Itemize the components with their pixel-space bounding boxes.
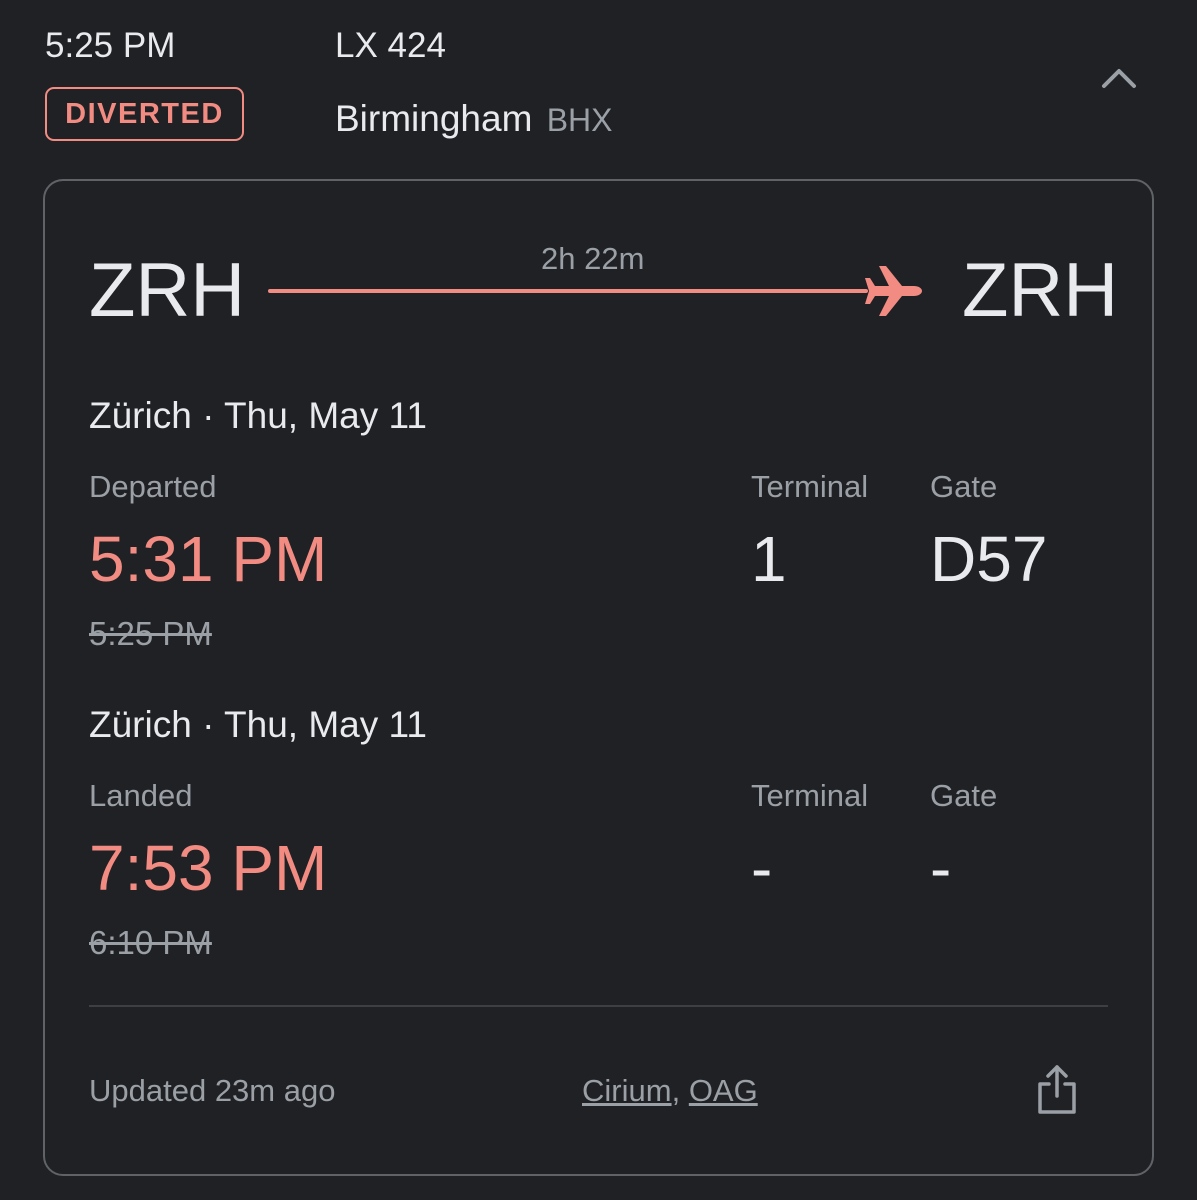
flight-number: LX 424 (335, 26, 446, 65)
arrival-scheduled-time: 6:10 PM (89, 924, 212, 961)
status-badge: DIVERTED (45, 87, 244, 141)
chevron-up-icon (1102, 69, 1136, 88)
data-sources: Cirium, OAG (582, 1073, 758, 1109)
cirium-link[interactable]: Cirium (582, 1073, 672, 1108)
share-icon (1038, 1065, 1076, 1114)
collapse-button[interactable] (1096, 58, 1142, 98)
diverted-city: Birmingham (335, 98, 533, 139)
route-line (268, 289, 868, 293)
arrival-terminal-label: Terminal (751, 778, 869, 813)
departure-city-date: Zürich · Thu, May 11 (89, 395, 427, 436)
departure-gate-label: Gate (930, 469, 998, 504)
arrival-status-label: Landed (89, 778, 193, 813)
destination-airport-code: ZRH (962, 248, 1119, 333)
diverted-destination: Birmingham BHX (335, 98, 612, 141)
scheduled-departure-time: 5:25 PM (45, 26, 176, 65)
departure-gate: D57 (930, 523, 1048, 595)
departure-status-label: Departed (89, 469, 217, 504)
last-updated: Updated 23m ago (89, 1073, 336, 1108)
arrival-city-date: Zürich · Thu, May 11 (89, 704, 427, 745)
departure-terminal-label: Terminal (751, 469, 869, 504)
sources-separator: , (671, 1073, 681, 1108)
departure-actual-time: 5:31 PM (89, 523, 328, 595)
diverted-airport-code: BHX (546, 102, 613, 138)
origin-airport-code: ZRH (89, 248, 246, 333)
footer-divider (89, 1005, 1108, 1007)
plane-icon-wrapper (862, 262, 926, 320)
share-button[interactable] (1034, 1062, 1080, 1118)
arrival-actual-time: 7:53 PM (89, 832, 328, 904)
arrival-terminal: - (751, 832, 773, 904)
arrival-gate-label: Gate (930, 778, 998, 813)
airplane-icon (865, 266, 922, 316)
arrival-gate: - (930, 832, 952, 904)
departure-terminal: 1 (751, 523, 787, 595)
departure-scheduled-time: 5:25 PM (89, 615, 212, 652)
oag-link[interactable]: OAG (689, 1073, 758, 1108)
flight-duration: 2h 22m (541, 241, 645, 276)
